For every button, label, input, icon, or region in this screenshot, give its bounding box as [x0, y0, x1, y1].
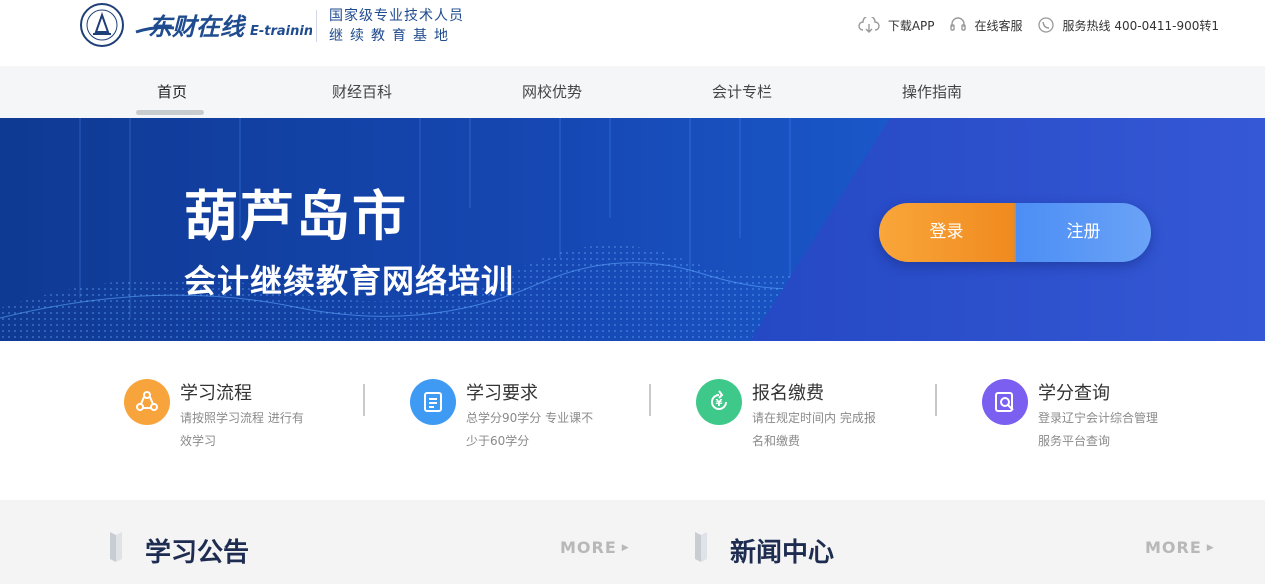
header-utilities: 下载APP 在线客服 服务热线 400-0411-900转1: [844, 16, 1219, 34]
download-app-link[interactable]: 下载APP: [858, 17, 935, 34]
slogan: 国家级专业技术人员 继续教育基地: [329, 6, 464, 46]
feature-desc: 请在规定时间内 完成报名和缴费: [752, 411, 876, 448]
banner-title: 葫芦岛市: [184, 185, 408, 248]
flow-icon: [124, 379, 170, 425]
arrow-right-icon: ▶: [1206, 542, 1215, 553]
header: 东财在线 E-training 国家级专业技术人员 继续教育基地 下载APP 在…: [0, 0, 1265, 66]
feature-desc: 登录辽宁会计综合管理服务平台查询: [1038, 411, 1159, 448]
more-label: MORE: [560, 538, 617, 557]
nav-item-guide[interactable]: 操作指南: [872, 66, 992, 118]
feature-strip: 学习流程 请按照学习流程 进行有效学习 学习要求 总学分90学分 专业课不少于6…: [0, 341, 1265, 500]
announcements-more-link[interactable]: MORE ▶: [560, 538, 630, 557]
nav-item-advantages[interactable]: 网校优势: [492, 66, 612, 118]
feature-divider: [649, 384, 651, 416]
requirement-icon: [410, 379, 456, 425]
brand-divider: [316, 10, 317, 42]
hotline-label: 服务热线 400-0411-900转1: [1062, 18, 1219, 33]
feature-title: 学习要求: [466, 383, 538, 404]
feature-desc: 请按照学习流程 进行有效学习: [180, 411, 304, 448]
feature-divider: [935, 384, 937, 416]
brand-sub: E-training: [250, 24, 312, 39]
section-marker-icon: [695, 532, 707, 562]
headset-icon: [949, 17, 966, 31]
svg-text:¥: ¥: [716, 398, 723, 409]
brand-logo[interactable]: 东财在线 E-training: [134, 8, 322, 44]
nav-active-indicator: [136, 110, 204, 115]
feature-title: 学分查询: [1038, 383, 1110, 404]
banner-subtitle: 会计继续教育网络培训: [184, 262, 515, 300]
hotline-info: 服务热线 400-0411-900转1: [1037, 16, 1219, 34]
hero-banner: 葫芦岛市 会计继续教育网络培训 登录 注册: [0, 118, 1265, 341]
main-nav: 首页 财经百科 网校优势 会计专栏 操作指南: [0, 66, 1265, 118]
nav-item-finance-wiki[interactable]: 财经百科: [302, 66, 422, 118]
online-service-label: 在线客服: [974, 18, 1023, 33]
arrow-right-icon: ▶: [621, 542, 630, 553]
credit-search-icon: [982, 379, 1028, 425]
school-emblem-logo[interactable]: [78, 2, 126, 48]
phone-icon: [1037, 17, 1054, 33]
feature-divider: [363, 384, 365, 416]
news-title: 新闻中心: [730, 538, 835, 568]
section-marker-icon: [110, 532, 122, 562]
news-more-link[interactable]: MORE ▶: [1145, 538, 1215, 557]
feature-title: 学习流程: [180, 383, 252, 404]
feature-desc: 总学分90学分 专业课不少于60学分: [466, 411, 594, 448]
download-app-label: 下载APP: [887, 18, 935, 33]
auth-buttons: 登录 注册: [879, 203, 1151, 262]
feature-title: 报名缴费: [752, 383, 824, 404]
slogan-line1: 国家级专业技术人员: [329, 8, 464, 24]
brand-name: 东财在线: [148, 13, 247, 41]
more-label: MORE: [1145, 538, 1202, 557]
login-button[interactable]: 登录: [879, 203, 1014, 262]
cloud-download-icon: [858, 17, 880, 33]
nav-item-accounting-column[interactable]: 会计专栏: [682, 66, 802, 118]
slogan-line2: 继续教育基地: [329, 28, 455, 44]
online-service-link[interactable]: 在线客服: [949, 16, 1023, 34]
announcements-title: 学习公告: [145, 538, 250, 568]
register-button[interactable]: 注册: [1014, 203, 1151, 262]
payment-icon: ¥: [696, 379, 742, 425]
content-sections: 学习公告 MORE ▶ 新闻中心 MORE ▶: [0, 500, 1265, 584]
